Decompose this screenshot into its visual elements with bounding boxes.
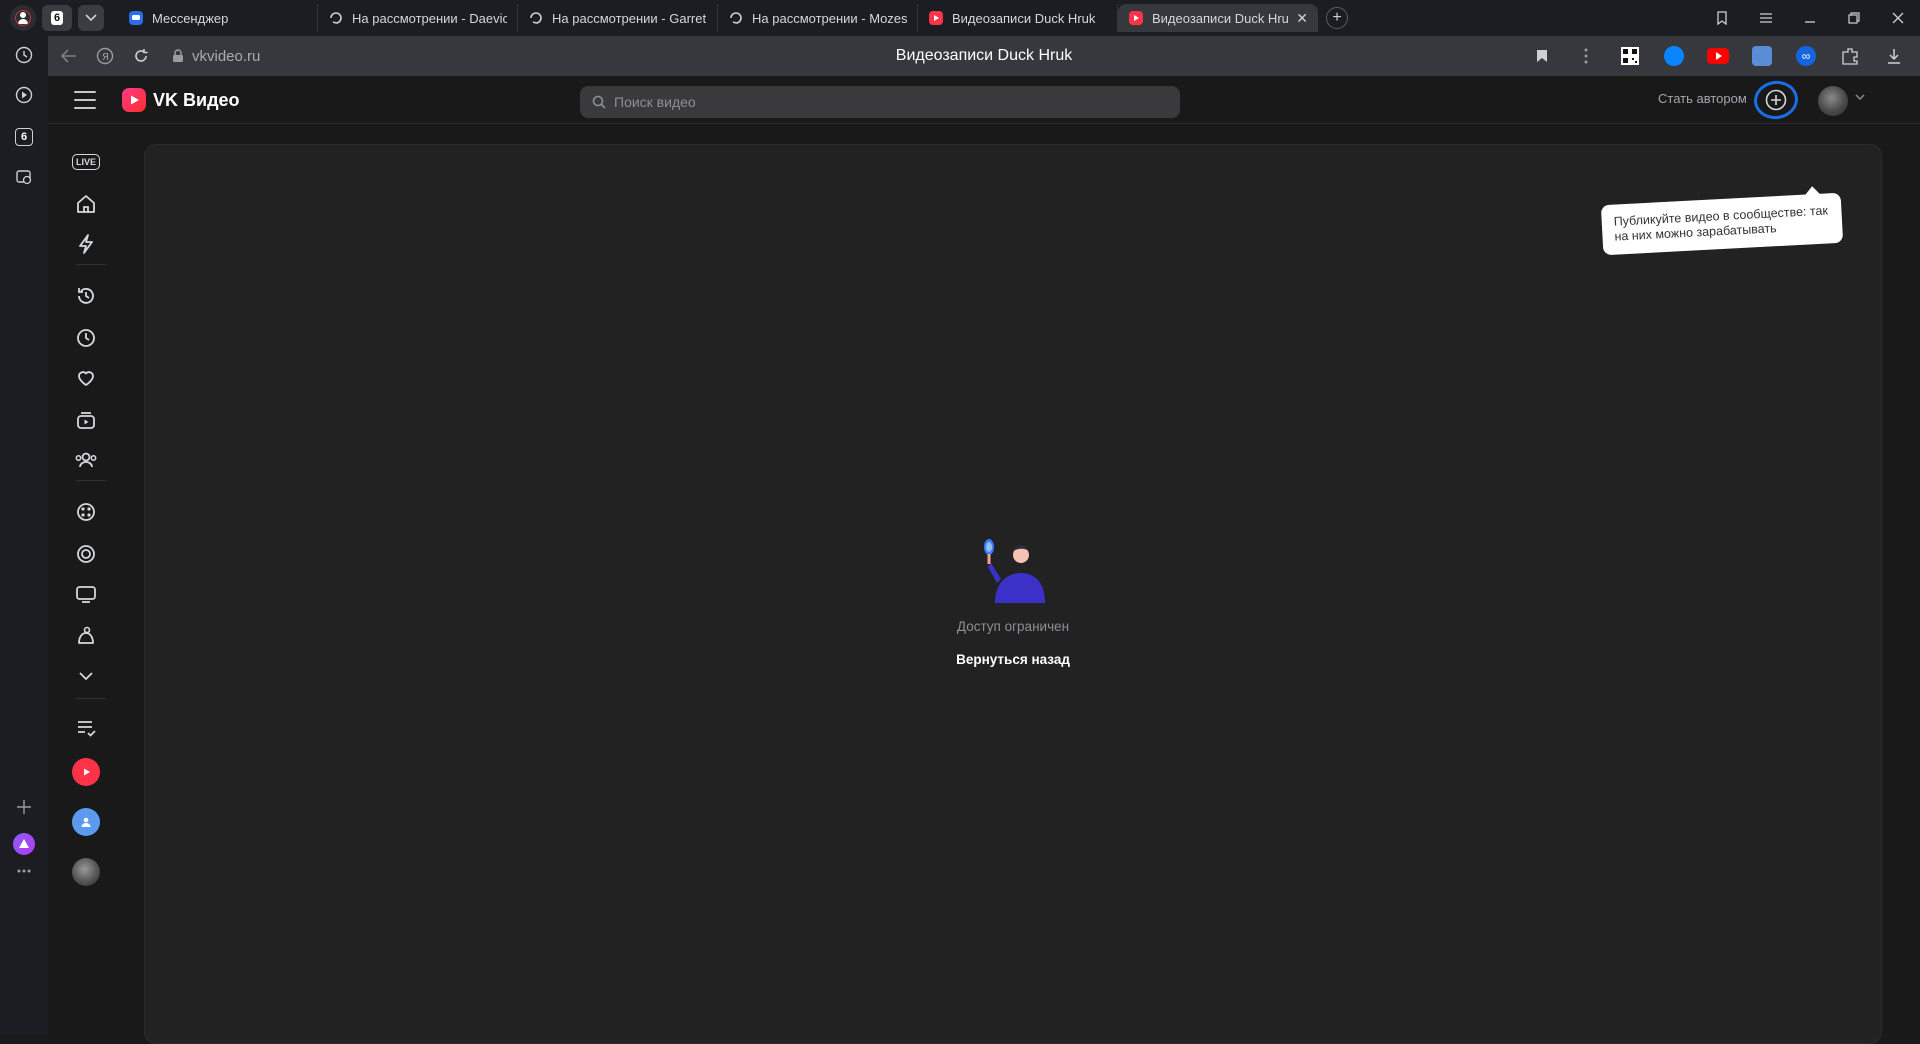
infinity-extension-icon[interactable]: ∞: [1786, 39, 1826, 73]
nav-divider: [76, 264, 106, 265]
review-site-icon: [530, 12, 542, 24]
target-icon[interactable]: [70, 538, 102, 570]
yandex-icon[interactable]: Я: [90, 41, 120, 71]
kebab-menu-icon[interactable]: [1566, 39, 1606, 73]
translate-extension-icon[interactable]: [1742, 39, 1782, 73]
menu-burger-icon[interactable]: [72, 88, 98, 112]
content-panel: Доступ ограничен Вернуться назад: [144, 144, 1882, 1044]
reload-icon[interactable]: [126, 41, 156, 71]
vk-video-icon: [929, 11, 943, 25]
tab-label: На рассмотрении - Daevic: [352, 10, 507, 26]
url-field[interactable]: vkvideo.ru: [172, 48, 260, 65]
live-label: LIVE: [71, 154, 100, 170]
history-icon[interactable]: [70, 280, 102, 312]
youtube-extension-icon[interactable]: [1698, 39, 1738, 73]
close-tab-icon[interactable]: ✕: [1296, 10, 1308, 27]
qr-code-extension-icon[interactable]: [1610, 39, 1650, 73]
extensions-icon[interactable]: [1830, 39, 1870, 73]
collections-icon[interactable]: [1700, 0, 1744, 36]
nav-divider: [76, 698, 106, 699]
tab-review-2[interactable]: На рассмотрении - Garret: [518, 4, 718, 32]
tab-label: Мессенджер: [152, 10, 229, 26]
add-video-button[interactable]: [1751, 78, 1801, 122]
new-tab-button[interactable]: +: [1326, 7, 1348, 29]
restore-icon[interactable]: [1832, 0, 1876, 36]
bookmark-icon[interactable]: [1522, 39, 1562, 73]
tab-count: 6: [50, 11, 64, 25]
tab-review-1[interactable]: На рассмотрении - Daevic: [318, 4, 518, 32]
user-avatar[interactable]: [1818, 86, 1848, 116]
tab-label: На рассмотрении - Mozes: [752, 10, 907, 26]
channel-vk-video-icon[interactable]: [72, 758, 100, 786]
download-icon[interactable]: [1874, 39, 1914, 73]
search-icon: [592, 95, 606, 109]
minimize-icon[interactable]: [1788, 0, 1832, 36]
playlist-check-icon[interactable]: [70, 712, 102, 744]
add-panel-icon[interactable]: [11, 794, 37, 820]
more-icon[interactable]: [11, 858, 37, 884]
address-bar: Я vkvideo.ru Видеозаписи Duck Hruk ∞: [48, 36, 1920, 76]
vk-video-page: VK Видео Стать автором LIVE: [48, 76, 1920, 1044]
community-icon[interactable]: [70, 444, 102, 476]
back-icon[interactable]: [54, 41, 84, 71]
review-site-icon: [330, 12, 342, 24]
tab-vk-video-active[interactable]: Видеозаписи Duck Hruk ✕: [1118, 4, 1318, 32]
vk-sidebar: LIVE: [48, 124, 124, 1035]
search-box[interactable]: [580, 86, 1180, 118]
lightning-icon[interactable]: [70, 228, 102, 260]
chevron-down-icon[interactable]: [1855, 94, 1865, 100]
close-window-icon[interactable]: [1876, 0, 1920, 36]
become-author-link[interactable]: Стать автором: [1658, 91, 1747, 106]
vk-video-icon: [1129, 11, 1143, 25]
kids-icon[interactable]: [70, 620, 102, 652]
chevron-down-icon[interactable]: [70, 660, 102, 692]
side-tab-count: 6: [15, 128, 33, 146]
url-text: vkvideo.ru: [192, 47, 261, 65]
alice-icon[interactable]: [11, 831, 37, 857]
home-icon[interactable]: [70, 188, 102, 220]
browser-side-panel: 6: [0, 36, 48, 1035]
tab-messenger[interactable]: Мессенджер: [118, 4, 318, 32]
vk-header: VK Видео Стать автором: [48, 76, 1920, 124]
access-restricted-state: Доступ ограничен Вернуться назад: [145, 535, 1881, 667]
tabs-count-icon[interactable]: 6: [11, 124, 37, 150]
film-reel-icon[interactable]: [70, 496, 102, 528]
svg-text:Я: Я: [102, 52, 109, 63]
nav-divider: [76, 480, 106, 481]
browser-tab-bar: 6 Мессенджер На рассмотрении - Daevic На…: [0, 0, 1920, 36]
play-circle-icon[interactable]: [11, 82, 37, 108]
search-input[interactable]: [614, 94, 1174, 110]
tab-count-button[interactable]: 6: [42, 5, 72, 31]
clock-icon[interactable]: [70, 322, 102, 354]
tab-vk-video-1[interactable]: Видеозаписи Duck Hruk: [918, 4, 1118, 32]
restricted-illustration: [984, 539, 1045, 603]
tabs-dropdown-icon[interactable]: [78, 5, 104, 31]
vk-video-logo-icon: [122, 88, 146, 112]
logo-text: VK Видео: [153, 89, 240, 110]
tab-label: На рассмотрении - Garret: [552, 10, 707, 26]
profile-icon[interactable]: [10, 5, 36, 31]
heart-icon[interactable]: [70, 362, 102, 394]
messenger-icon: [129, 11, 143, 25]
screenshot-icon[interactable]: [11, 164, 37, 190]
subscriptions-icon[interactable]: [70, 404, 102, 436]
access-restricted-text: Доступ ограничен: [956, 619, 1070, 634]
live-icon[interactable]: LIVE: [70, 146, 102, 178]
tab-review-3[interactable]: На рассмотрении - Mozes: [718, 4, 918, 32]
channel-avatar[interactable]: [72, 858, 100, 886]
vk-video-logo[interactable]: VK Видео: [122, 88, 240, 112]
tab-label: Видеозаписи Duck Hruk: [1152, 10, 1289, 26]
channel-user-icon[interactable]: [72, 808, 100, 836]
menu-icon[interactable]: [1744, 0, 1788, 36]
tab-label: Видеозаписи Duck Hruk: [952, 10, 1096, 26]
tv-icon[interactable]: [70, 578, 102, 610]
review-site-icon: [730, 12, 742, 24]
highlight-ring: [1751, 78, 1801, 122]
go-back-link[interactable]: Вернуться назад: [956, 652, 1070, 667]
history-icon[interactable]: [11, 42, 37, 68]
lock-icon: [173, 49, 183, 62]
shazam-extension-icon[interactable]: [1654, 39, 1694, 73]
